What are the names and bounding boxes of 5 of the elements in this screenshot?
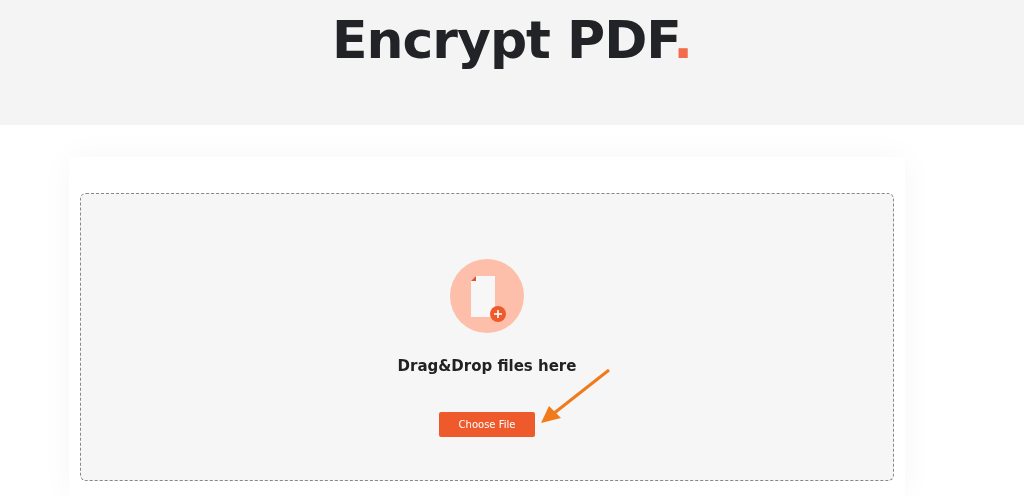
page-title: Encrypt PDF. — [332, 12, 692, 72]
drop-zone[interactable]: Drag&Drop files here Choose File — [80, 193, 894, 481]
drop-prompt: Drag&Drop files here — [397, 356, 577, 377]
file-add-icon — [450, 259, 524, 333]
title-dot: . — [673, 10, 692, 70]
